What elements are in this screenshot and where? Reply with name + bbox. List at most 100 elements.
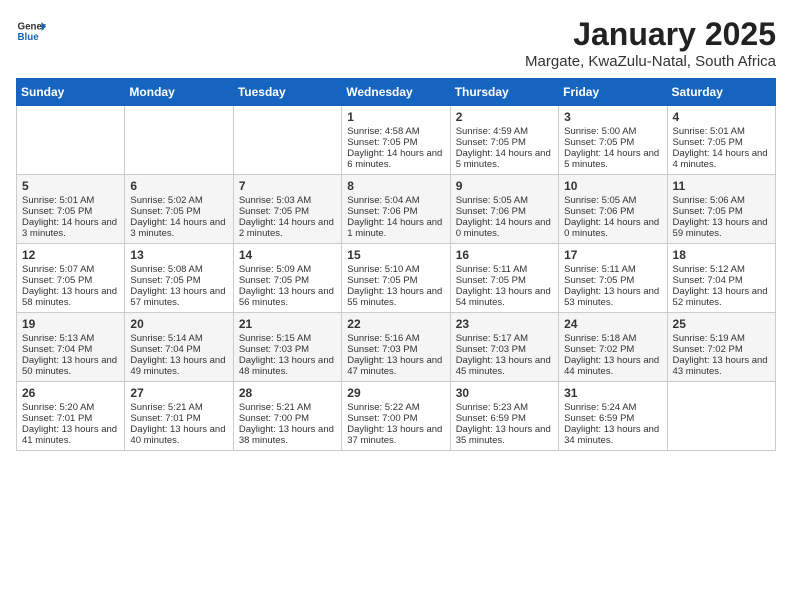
calendar-cell: 28Sunrise: 5:21 AMSunset: 7:00 PMDayligh… bbox=[233, 382, 341, 451]
day-info: Sunrise: 5:08 AM bbox=[130, 264, 227, 275]
day-number: 23 bbox=[456, 317, 553, 331]
column-header-monday: Monday bbox=[125, 79, 233, 106]
day-info: Daylight: 14 hours and 5 minutes. bbox=[564, 148, 661, 170]
day-info: Sunrise: 5:07 AM bbox=[22, 264, 119, 275]
calendar-cell: 23 Sunrise: 5:17 AMSunset: 7:03 PMDayligh… bbox=[450, 313, 558, 382]
day-info: Sunset: 7:05 PM bbox=[347, 137, 444, 148]
day-number: 3 bbox=[564, 110, 661, 124]
day-number: 12 bbox=[22, 248, 119, 262]
day-info: Sunset: 7:02 PM bbox=[673, 344, 770, 355]
day-info: Daylight: 14 hours and 3 minutes. bbox=[130, 217, 227, 239]
day-number: 1 bbox=[347, 110, 444, 124]
day-number: 5 bbox=[22, 179, 119, 193]
calendar-cell: 9Sunrise: 5:05 AMSunset: 7:06 PMDaylight… bbox=[450, 175, 558, 244]
day-info: Daylight: 14 hours and 2 minutes. bbox=[239, 217, 336, 239]
day-info: Daylight: 13 hours and 47 minutes. bbox=[347, 355, 444, 377]
day-number: 19 bbox=[22, 317, 119, 331]
day-info: Daylight: 13 hours and 43 minutes. bbox=[673, 355, 770, 377]
day-info: Daylight: 13 hours and 54 minutes. bbox=[456, 286, 553, 308]
day-number: 9 bbox=[456, 179, 553, 193]
day-info: Sunrise: 5:05 AM bbox=[564, 195, 661, 206]
day-info: Daylight: 13 hours and 49 minutes. bbox=[130, 355, 227, 377]
day-info: Sunset: 7:02 PM bbox=[564, 344, 661, 355]
calendar-body: 1Sunrise: 4:58 AMSunset: 7:05 PMDaylight… bbox=[17, 106, 776, 451]
day-info: Daylight: 13 hours and 41 minutes. bbox=[22, 424, 119, 446]
day-info: Daylight: 13 hours and 38 minutes. bbox=[239, 424, 336, 446]
logo-icon: General Blue bbox=[16, 16, 46, 46]
day-number: 17 bbox=[564, 248, 661, 262]
day-info: Daylight: 13 hours and 52 minutes. bbox=[673, 286, 770, 308]
day-number: 2 bbox=[456, 110, 553, 124]
calendar-cell: 8Sunrise: 5:04 AMSunset: 7:06 PMDaylight… bbox=[342, 175, 450, 244]
day-number: 21 bbox=[239, 317, 336, 331]
day-info: Sunset: 7:05 PM bbox=[22, 275, 119, 286]
day-info: Sunrise: 5:18 AM bbox=[564, 333, 661, 344]
calendar-cell bbox=[233, 106, 341, 175]
day-info: Sunrise: 5:22 AM bbox=[347, 402, 444, 413]
day-number: 8 bbox=[347, 179, 444, 193]
day-info: Sunrise: 5:02 AM bbox=[130, 195, 227, 206]
calendar-cell bbox=[667, 382, 775, 451]
day-info: Daylight: 14 hours and 4 minutes. bbox=[673, 148, 770, 170]
day-info: Sunset: 7:04 PM bbox=[22, 344, 119, 355]
calendar-cell: 22Sunrise: 5:16 AMSunset: 7:03 PMDayligh… bbox=[342, 313, 450, 382]
day-info: Sunset: 7:05 PM bbox=[456, 137, 553, 148]
day-info: Sunset: 7:05 PM bbox=[130, 275, 227, 286]
day-info: Sunset: 7:04 PM bbox=[673, 275, 770, 286]
calendar-cell: 25Sunrise: 5:19 AMSunset: 7:02 PMDayligh… bbox=[667, 313, 775, 382]
title-area: January 2025 Margate, KwaZulu-Natal, Sou… bbox=[525, 16, 776, 70]
day-number: 13 bbox=[130, 248, 227, 262]
day-info: Sunset: 7:03 PM bbox=[456, 344, 553, 355]
calendar-cell: 10Sunrise: 5:05 AMSunset: 7:06 PMDayligh… bbox=[559, 175, 667, 244]
day-info: Daylight: 13 hours and 50 minutes. bbox=[22, 355, 119, 377]
day-number: 16 bbox=[456, 248, 553, 262]
day-number: 14 bbox=[239, 248, 336, 262]
calendar-header-row: SundayMondayTuesdayWednesdayThursdayFrid… bbox=[17, 79, 776, 106]
day-info: Daylight: 13 hours and 34 minutes. bbox=[564, 424, 661, 446]
day-info: Sunset: 7:05 PM bbox=[564, 137, 661, 148]
day-info: Sunrise: 5:17 AM bbox=[456, 333, 553, 344]
day-info: Sunset: 7:03 PM bbox=[239, 344, 336, 355]
calendar-cell: 2Sunrise: 4:59 AMSunset: 7:05 PMDaylight… bbox=[450, 106, 558, 175]
calendar-cell: 15Sunrise: 5:10 AMSunset: 7:05 PMDayligh… bbox=[342, 244, 450, 313]
calendar-cell: 20Sunrise: 5:14 AMSunset: 7:04 PMDayligh… bbox=[125, 313, 233, 382]
day-number: 30 bbox=[456, 386, 553, 400]
day-info: Daylight: 14 hours and 0 minutes. bbox=[456, 217, 553, 239]
calendar-cell bbox=[17, 106, 125, 175]
calendar-cell: 21Sunrise: 5:15 AMSunset: 7:03 PMDayligh… bbox=[233, 313, 341, 382]
calendar-cell: 24Sunrise: 5:18 AMSunset: 7:02 PMDayligh… bbox=[559, 313, 667, 382]
day-number: 4 bbox=[673, 110, 770, 124]
day-info: Daylight: 13 hours and 45 minutes. bbox=[456, 355, 553, 377]
day-info: Sunset: 7:05 PM bbox=[130, 206, 227, 217]
day-number: 24 bbox=[564, 317, 661, 331]
week-row-1: 1Sunrise: 4:58 AMSunset: 7:05 PMDaylight… bbox=[17, 106, 776, 175]
day-info: Sunrise: 5:04 AM bbox=[347, 195, 444, 206]
calendar-cell: 3Sunrise: 5:00 AMSunset: 7:05 PMDaylight… bbox=[559, 106, 667, 175]
day-info: Sunrise: 5:21 AM bbox=[130, 402, 227, 413]
day-info: Sunset: 7:05 PM bbox=[239, 206, 336, 217]
calendar-cell: 30Sunrise: 5:23 AMSunset: 6:59 PMDayligh… bbox=[450, 382, 558, 451]
calendar-cell: 18Sunrise: 5:12 AMSunset: 7:04 PMDayligh… bbox=[667, 244, 775, 313]
column-header-saturday: Saturday bbox=[667, 79, 775, 106]
day-number: 26 bbox=[22, 386, 119, 400]
day-info: Sunset: 7:05 PM bbox=[239, 275, 336, 286]
day-number: 6 bbox=[130, 179, 227, 193]
day-info: Daylight: 13 hours and 35 minutes. bbox=[456, 424, 553, 446]
day-info: Sunrise: 5:23 AM bbox=[456, 402, 553, 413]
day-info: Sunset: 7:01 PM bbox=[130, 413, 227, 424]
week-row-4: 19Sunrise: 5:13 AMSunset: 7:04 PMDayligh… bbox=[17, 313, 776, 382]
day-info: Sunset: 7:00 PM bbox=[347, 413, 444, 424]
day-info: Sunset: 7:06 PM bbox=[564, 206, 661, 217]
day-number: 22 bbox=[347, 317, 444, 331]
day-info: Sunrise: 5:01 AM bbox=[673, 126, 770, 137]
day-info: Sunrise: 4:58 AM bbox=[347, 126, 444, 137]
day-number: 25 bbox=[673, 317, 770, 331]
day-info: Daylight: 13 hours and 48 minutes. bbox=[239, 355, 336, 377]
day-info: Sunrise: 5:01 AM bbox=[22, 195, 119, 206]
day-info: Sunset: 6:59 PM bbox=[564, 413, 661, 424]
day-info: Sunrise: 5:14 AM bbox=[130, 333, 227, 344]
calendar-subtitle: Margate, KwaZulu-Natal, South Africa bbox=[525, 53, 776, 70]
day-info: Sunrise: 5:13 AM bbox=[22, 333, 119, 344]
day-number: 10 bbox=[564, 179, 661, 193]
calendar-cell: 6 Sunrise: 5:02 AMSunset: 7:05 PMDaylight… bbox=[125, 175, 233, 244]
